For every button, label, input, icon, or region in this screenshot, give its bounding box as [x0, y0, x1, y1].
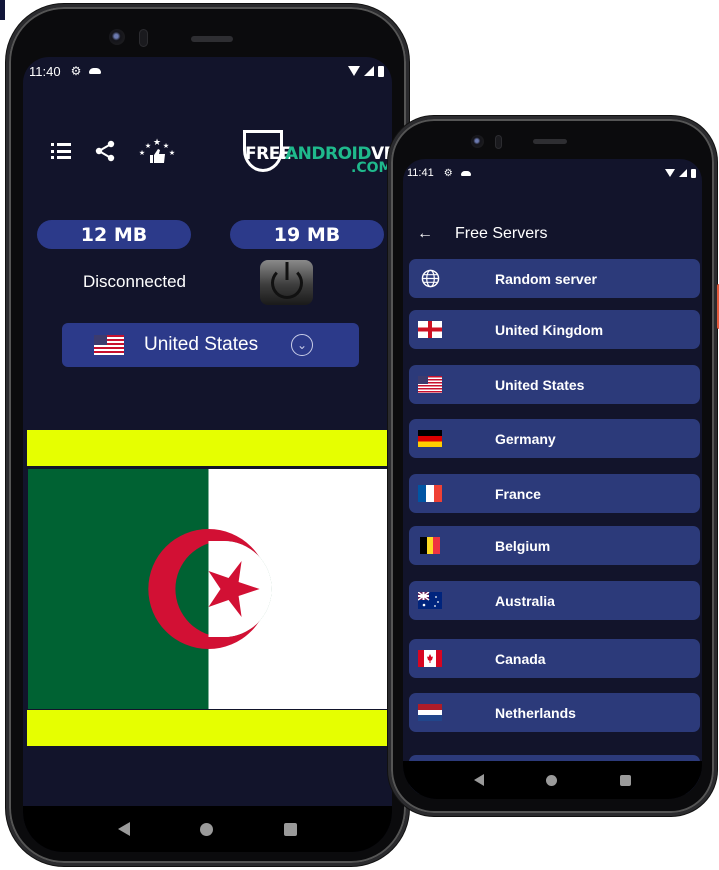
gear-icon: ⚙: [443, 167, 453, 179]
server-name: Random server: [495, 270, 597, 287]
gear-icon: ⚙: [70, 64, 82, 78]
server-item-de[interactable]: Germany: [409, 419, 700, 458]
speaker: [191, 36, 233, 42]
flag-ca-icon: [418, 650, 442, 667]
flag-au-icon: [418, 592, 442, 609]
server-item-us[interactable]: United States: [409, 365, 700, 404]
server-item-nl[interactable]: Netherlands: [409, 693, 700, 732]
server-name: Australia: [495, 592, 555, 609]
wifi-icon: [348, 66, 360, 76]
globe-icon: [418, 269, 442, 288]
server-item-uk[interactable]: United Kingdom: [409, 310, 700, 349]
svg-text:★: ★: [153, 137, 161, 147]
nav-bar: [403, 761, 702, 799]
server-item-random[interactable]: Random server: [409, 259, 700, 298]
status-bar: 11:41 ⚙: [403, 159, 702, 187]
phone-main: 11:40 ⚙ ★ ★ ★ ★ ★ FREE ANDROIDV .COM 12 …: [6, 4, 409, 866]
ad-flag-algeria[interactable]: [28, 469, 389, 709]
flag-be-icon: [418, 537, 442, 554]
server-name: Germany: [495, 430, 556, 447]
connection-status: Disconnected: [83, 272, 187, 291]
app-logo: FREE ANDROIDVPN .COM: [243, 130, 392, 180]
svg-text:★: ★: [169, 149, 175, 157]
sensor: [495, 135, 502, 149]
server-name: United States: [495, 376, 585, 393]
connect-button[interactable]: [260, 260, 313, 305]
flag-us-icon: [418, 376, 442, 393]
status-bar: 11:40 ⚙: [23, 57, 392, 85]
nav-home-icon[interactable]: [546, 774, 558, 786]
toolbar: ★ ★ ★ ★ ★: [51, 137, 175, 165]
upload-stat: 19 MB: [230, 220, 384, 249]
svg-text:★: ★: [139, 149, 145, 157]
back-arrow-icon[interactable]: ←: [417, 225, 433, 243]
cloud-icon: [89, 68, 102, 74]
servers-header: ← Free Servers: [403, 219, 702, 249]
status-time: 11:40: [29, 63, 61, 79]
server-name: United Kingdom: [495, 321, 604, 338]
nav-recents-icon[interactable]: [619, 774, 631, 786]
svg-text:★: ★: [163, 142, 169, 150]
battery-icon: [691, 168, 696, 178]
nav-bar: [23, 806, 392, 852]
nav-back-icon[interactable]: [474, 774, 485, 786]
power-icon: [270, 266, 303, 299]
signal-icon: [679, 169, 687, 177]
ad-bar-top[interactable]: [27, 430, 389, 466]
selected-country: United States: [144, 334, 259, 355]
download-stat: 12 MB: [37, 220, 191, 249]
wifi-icon: [665, 169, 675, 177]
page-title: Free Servers: [455, 225, 548, 242]
server-item-ca[interactable]: Canada: [409, 639, 700, 678]
server-name: Canada: [495, 650, 546, 667]
servers-screen: 11:41 ⚙ ← Free Servers Random server Uni…: [403, 159, 702, 799]
server-name: France: [495, 485, 541, 502]
flag-nl-icon: [418, 704, 442, 721]
server-list-icon[interactable]: [51, 143, 71, 159]
phone-servers: 11:41 ⚙ ← Free Servers Random server Uni…: [388, 116, 719, 816]
flag-fr-icon: [418, 485, 442, 502]
corner-block: [0, 0, 5, 20]
sensor: [139, 29, 148, 47]
svg-text:★: ★: [145, 142, 151, 150]
country-selector[interactable]: United States ⌄: [62, 323, 359, 367]
server-item-au[interactable]: Australia: [409, 581, 700, 620]
signal-icon: [364, 66, 374, 76]
battery-icon: [378, 65, 384, 77]
server-item-be[interactable]: Belgium: [409, 526, 700, 565]
nav-recents-icon[interactable]: [283, 822, 297, 836]
chevron-down-icon: ⌄: [291, 334, 313, 356]
logo-com: .COM: [351, 160, 392, 176]
main-screen: 11:40 ⚙ ★ ★ ★ ★ ★ FREE ANDROIDV .COM 12 …: [23, 57, 392, 852]
camera-icon: [471, 135, 484, 148]
flag-us-icon: [94, 335, 124, 355]
status-time: 11:41: [407, 167, 434, 179]
nav-back-icon[interactable]: [118, 822, 131, 836]
nav-home-icon[interactable]: [200, 822, 214, 836]
cloud-icon: [460, 170, 471, 176]
rate-app-icon[interactable]: ★ ★ ★ ★ ★: [139, 137, 175, 165]
server-item-fr[interactable]: France: [409, 474, 700, 513]
speaker: [533, 139, 567, 144]
flag-de-icon: [418, 430, 442, 447]
camera-icon: [109, 29, 125, 45]
ad-bar-bottom[interactable]: [27, 710, 389, 746]
flag-gb-icon: [418, 321, 442, 338]
share-icon[interactable]: [95, 140, 115, 162]
server-name: Netherlands: [495, 704, 576, 721]
server-name: Belgium: [495, 537, 551, 554]
